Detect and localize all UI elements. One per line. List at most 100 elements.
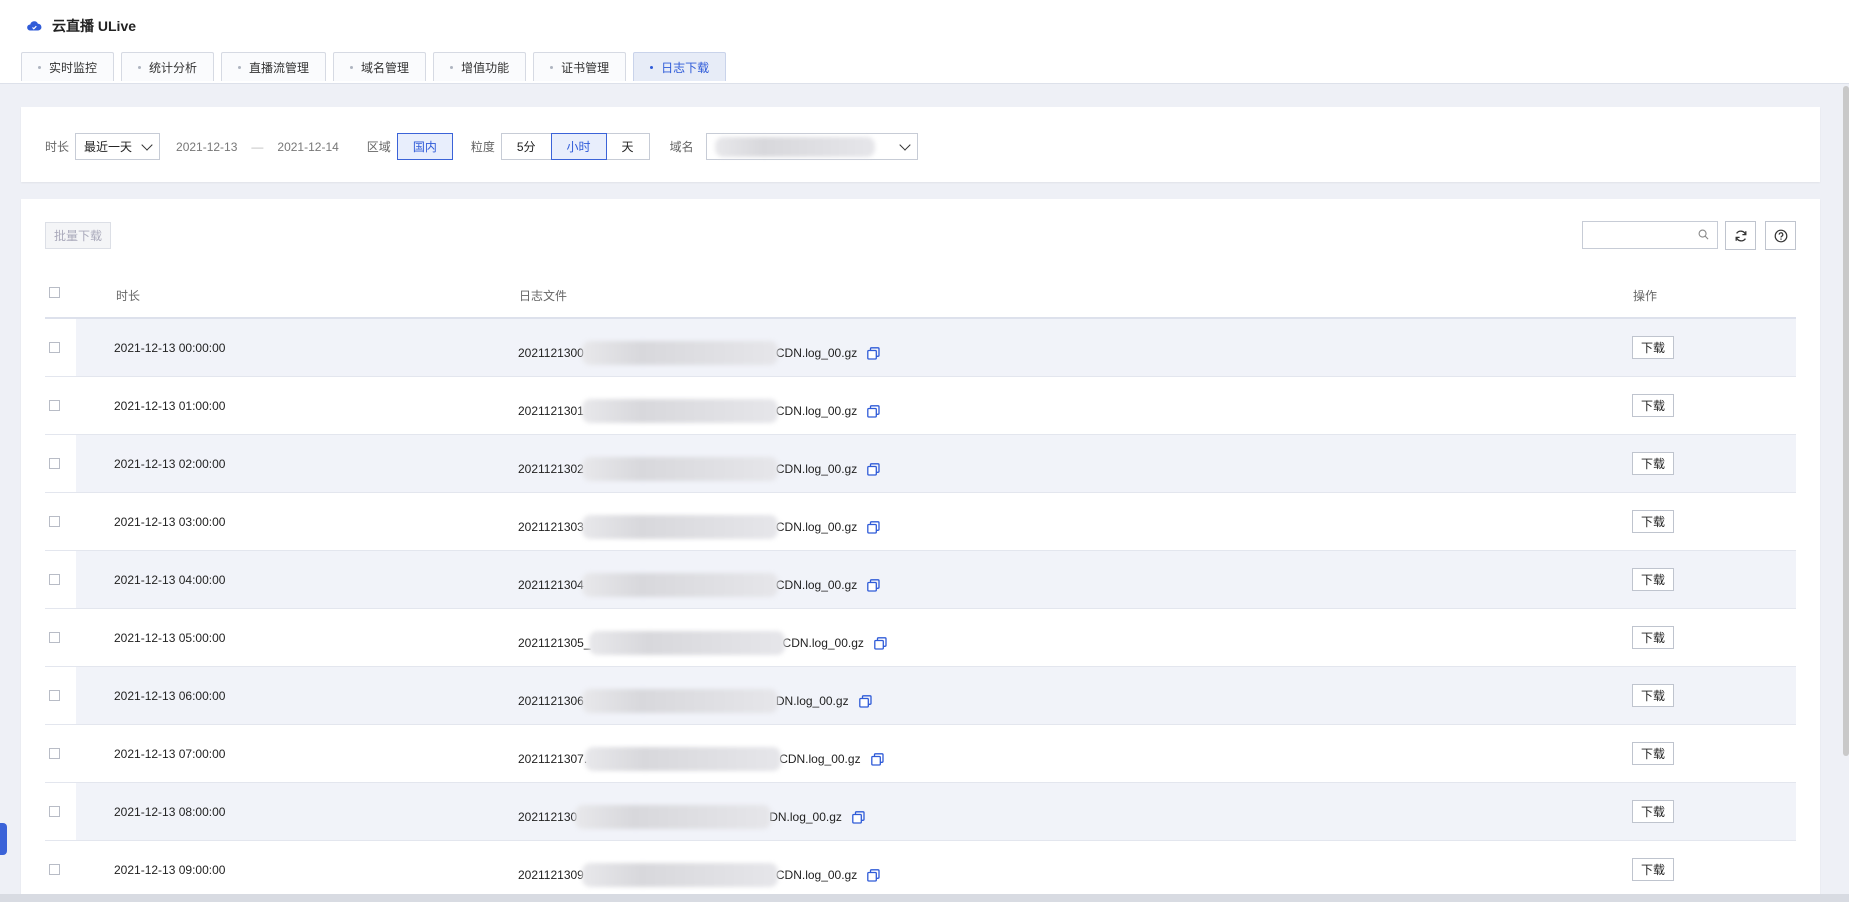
download-button[interactable]: 下载 — [1632, 626, 1674, 649]
copy-icon[interactable] — [870, 752, 884, 766]
row-checkbox[interactable] — [49, 864, 60, 875]
row-file: 2021121302 CDN.log_00.gz — [518, 457, 880, 481]
download-button[interactable]: 下载 — [1632, 394, 1674, 417]
filter-panel: 时长 最近一天 2021-12-13 — 2021-12-14 区域 国内 粒度… — [21, 107, 1820, 182]
download-button[interactable]: 下载 — [1632, 510, 1674, 533]
tab-dot — [650, 65, 654, 69]
file-name-redacted — [585, 747, 782, 771]
download-button[interactable]: 下载 — [1632, 452, 1674, 475]
download-button[interactable]: 下载 — [1632, 800, 1674, 823]
row-checkbox[interactable] — [49, 516, 60, 527]
top-header: 云直播 ULive 实时监控 统计分析 直播流管理 域名管理 增值功能 证书管理… — [0, 0, 1849, 84]
column-header-time: 时长 — [116, 289, 141, 303]
copy-icon[interactable] — [867, 346, 880, 360]
duration-select[interactable]: 最近一天 — [75, 133, 161, 160]
help-button[interactable] — [1765, 221, 1796, 250]
side-feedback-tab[interactable] — [0, 823, 7, 855]
chevron-down-icon — [141, 138, 153, 151]
file-name-prefix: 2021121309 — [518, 868, 584, 882]
granularity-option-5min[interactable]: 5分 — [500, 133, 552, 160]
row-background — [76, 319, 1796, 376]
row-file: 2021121300 CDN.log_00.gz — [518, 341, 880, 365]
row-checkbox[interactable] — [49, 342, 60, 353]
copy-icon[interactable] — [852, 810, 865, 824]
tab-label: 域名管理 — [361, 60, 410, 75]
file-name-redacted — [581, 341, 778, 365]
copy-icon[interactable] — [867, 578, 880, 592]
nav-tabs: 实时监控 统计分析 直播流管理 域名管理 增值功能 证书管理 日志下载 — [21, 52, 727, 81]
row-file: 2021121307. CDN.log_00.gz — [518, 747, 884, 771]
download-button[interactable]: 下载 — [1632, 742, 1674, 765]
file-name-suffix: CDN.log_00.gz — [775, 346, 858, 360]
download-button[interactable]: 下载 — [1632, 684, 1674, 707]
tab-dot — [350, 65, 354, 69]
cloud-icon — [27, 21, 42, 31]
row-checkbox[interactable] — [49, 690, 60, 701]
page-scrollbar[interactable] — [1843, 86, 1849, 756]
row-checkbox[interactable] — [49, 806, 60, 817]
refresh-button[interactable] — [1725, 221, 1756, 250]
copy-icon[interactable] — [867, 868, 880, 882]
copy-icon[interactable] — [867, 520, 880, 534]
tab-dot — [138, 65, 142, 69]
row-time: 2021-12-13 03:00:00 — [114, 515, 226, 529]
tab-domain-management[interactable]: 域名管理 — [333, 52, 427, 81]
tab-value-added[interactable]: 增值功能 — [433, 52, 527, 81]
tab-label: 证书管理 — [561, 60, 610, 75]
copy-icon[interactable] — [867, 404, 880, 418]
file-name-prefix: 2021121306 — [518, 694, 584, 708]
bottom-scrollbar[interactable] — [0, 894, 1849, 902]
table-row: 2021-12-13 04:00:00 2021121304 CDN.log_00.… — [45, 551, 1796, 609]
region-segment: 国内 — [396, 133, 453, 160]
tab-label: 实时监控 — [49, 60, 98, 75]
row-time: 2021-12-13 01:00:00 — [114, 399, 226, 413]
copy-icon[interactable] — [858, 694, 872, 708]
row-time: 2021-12-13 05:00:00 — [114, 631, 226, 645]
app-name: 云直播 ULive — [52, 18, 137, 34]
download-button[interactable]: 下载 — [1632, 568, 1674, 591]
tab-certificate[interactable]: 证书管理 — [533, 52, 627, 81]
row-file: 2021121304 CDN.log_00.gz — [518, 573, 880, 597]
domain-select[interactable] — [705, 133, 918, 160]
granularity-option-day[interactable]: 天 — [605, 133, 650, 160]
tab-realtime-monitor[interactable]: 实时监控 — [21, 52, 115, 81]
search-input[interactable] — [1587, 223, 1691, 249]
chevron-down-icon — [898, 138, 911, 151]
granularity-label: 粒度 — [470, 140, 495, 154]
row-checkbox[interactable] — [49, 632, 60, 643]
file-name-redacted — [581, 457, 778, 481]
copy-icon[interactable] — [867, 462, 880, 476]
row-checkbox[interactable] — [49, 458, 60, 469]
batch-download-button[interactable]: 批量下载 — [45, 222, 111, 249]
file-name-suffix: CDN.log_00.gz — [775, 520, 858, 534]
row-checkbox[interactable] — [49, 574, 60, 585]
copy-icon[interactable] — [874, 636, 887, 650]
download-button[interactable]: 下载 — [1632, 336, 1674, 359]
row-time: 2021-12-13 02:00:00 — [114, 457, 226, 471]
granularity-option-hour[interactable]: 小时 — [550, 133, 607, 160]
file-name-prefix: 202112130 — [518, 810, 578, 824]
row-time: 2021-12-13 07:00:00 — [114, 747, 226, 761]
row-checkbox[interactable] — [49, 400, 60, 411]
table-header: 时长 日志文件 操作 — [45, 270, 1796, 319]
table-row: 2021-12-13 00:00:00 2021121300 CDN.log_00.… — [45, 319, 1796, 377]
file-name-prefix: 2021121307. — [518, 752, 588, 766]
tab-dot — [550, 65, 554, 69]
help-icon — [1774, 229, 1787, 242]
tab-statistics[interactable]: 统计分析 — [121, 52, 215, 81]
date-separator: — — [251, 139, 264, 154]
row-file: 2021121309 CDN.log_00.gz — [518, 863, 880, 887]
row-checkbox[interactable] — [49, 748, 60, 759]
table-row: 2021-12-13 07:00:00 2021121307. CDN.log_00… — [45, 725, 1796, 783]
tab-label: 直播流管理 — [249, 60, 310, 75]
download-button[interactable]: 下载 — [1632, 858, 1674, 881]
region-option-domestic[interactable]: 国内 — [396, 133, 453, 160]
row-file: 2021121303 CDN.log_00.gz — [518, 515, 880, 539]
file-name-suffix: CDN.log_00.gz — [775, 462, 858, 476]
select-all-checkbox[interactable] — [49, 287, 60, 298]
table-row: 2021-12-13 05:00:00 2021121305_ CDN.log_00… — [45, 609, 1796, 667]
tab-dot — [38, 65, 41, 69]
tab-log-download[interactable]: 日志下载 — [633, 52, 727, 81]
tab-label: 日志下载 — [661, 60, 710, 75]
tab-stream-management[interactable]: 直播流管理 — [221, 52, 327, 81]
